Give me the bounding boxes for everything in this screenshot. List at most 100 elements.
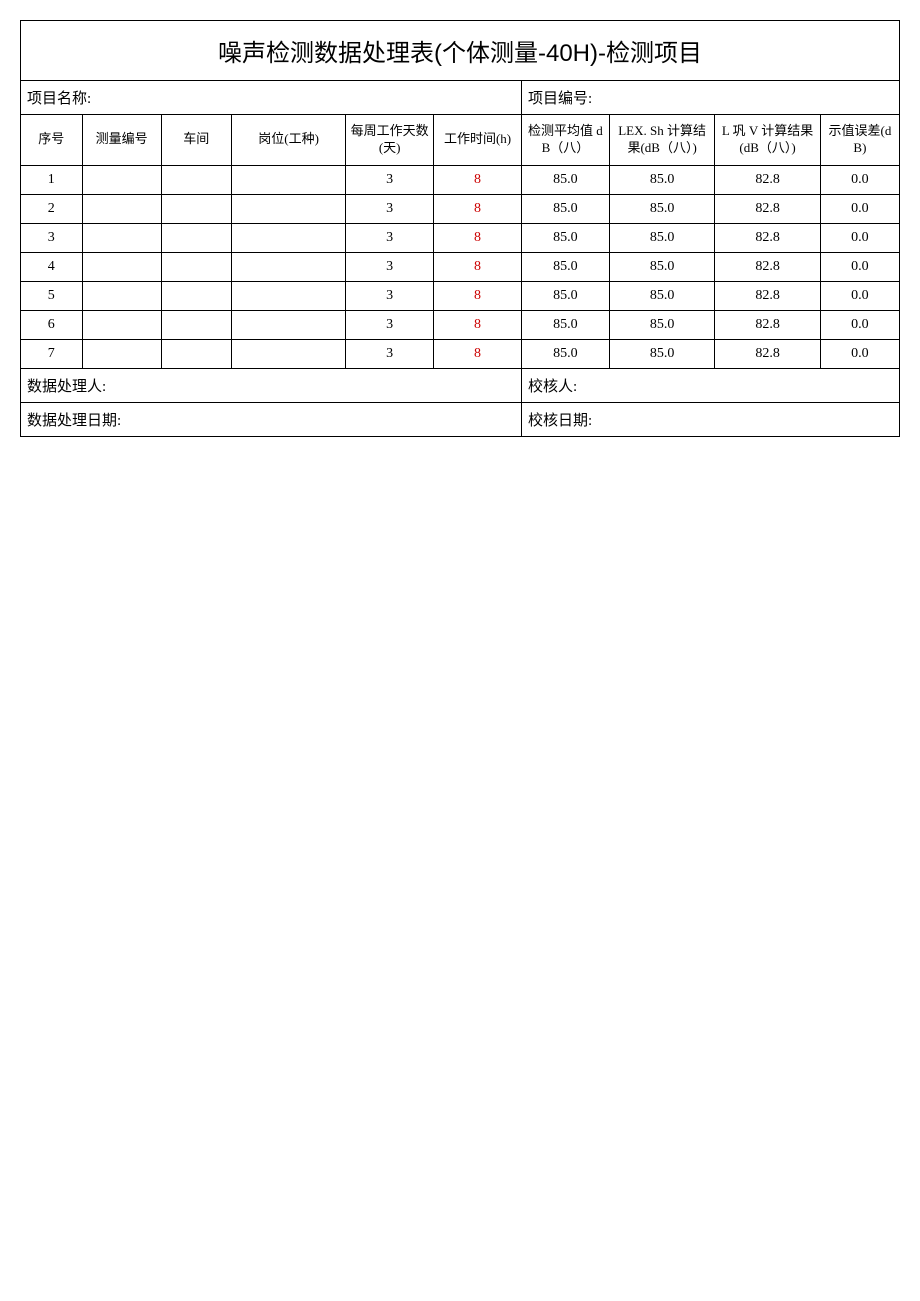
cell-avg: 85.0 — [521, 165, 609, 194]
cell-workshop — [161, 165, 231, 194]
cell-lex: 85.0 — [609, 194, 714, 223]
header-dev: 示值误差(dB) — [820, 115, 899, 166]
check-date-label: 校核日期: — [521, 402, 899, 436]
cell-lex: 85.0 — [609, 339, 714, 368]
cell-seq: 7 — [21, 339, 83, 368]
cell-lwv: 82.8 — [715, 165, 820, 194]
table-title: 噪声检测数据处理表(个体测量-40H)-检测项目 — [21, 21, 900, 81]
cell-measure-no — [82, 223, 161, 252]
cell-avg: 85.0 — [521, 194, 609, 223]
title-row: 噪声检测数据处理表(个体测量-40H)-检测项目 — [21, 21, 900, 81]
cell-measure-no — [82, 281, 161, 310]
header-measure-no: 测量编号 — [82, 115, 161, 166]
table-row: 23885.085.082.80.0 — [21, 194, 900, 223]
cell-post — [231, 252, 345, 281]
checker-label: 校核人: — [521, 368, 899, 402]
cell-dev: 0.0 — [820, 281, 899, 310]
cell-seq: 4 — [21, 252, 83, 281]
cell-dev: 0.0 — [820, 310, 899, 339]
date-row: 数据处理日期: 校核日期: — [21, 402, 900, 436]
cell-dev: 0.0 — [820, 252, 899, 281]
cell-measure-no — [82, 252, 161, 281]
cell-avg: 85.0 — [521, 310, 609, 339]
project-number-label: 项目编号: — [521, 81, 899, 115]
cell-workshop — [161, 339, 231, 368]
cell-lwv: 82.8 — [715, 281, 820, 310]
cell-lwv: 82.8 — [715, 339, 820, 368]
table-row: 53885.085.082.80.0 — [21, 281, 900, 310]
cell-dev: 0.0 — [820, 223, 899, 252]
cell-seq: 6 — [21, 310, 83, 339]
table-row: 33885.085.082.80.0 — [21, 223, 900, 252]
cell-lex: 85.0 — [609, 281, 714, 310]
project-info-row: 项目名称: 项目编号: — [21, 81, 900, 115]
cell-post — [231, 281, 345, 310]
cell-days: 3 — [346, 339, 434, 368]
cell-hours: 8 — [434, 165, 522, 194]
header-workshop: 车间 — [161, 115, 231, 166]
processor-label: 数据处理人: — [21, 368, 522, 402]
cell-days: 3 — [346, 165, 434, 194]
column-headers: 序号 测量编号 车间 岗位(工种) 每周工作天数(天) 工作时间(h) 检测平均… — [21, 115, 900, 166]
cell-days: 3 — [346, 194, 434, 223]
cell-post — [231, 310, 345, 339]
header-seq: 序号 — [21, 115, 83, 166]
table-row: 13885.085.082.80.0 — [21, 165, 900, 194]
table-row: 73885.085.082.80.0 — [21, 339, 900, 368]
cell-workshop — [161, 223, 231, 252]
cell-days: 3 — [346, 310, 434, 339]
cell-days: 3 — [346, 252, 434, 281]
cell-lwv: 82.8 — [715, 310, 820, 339]
cell-post — [231, 223, 345, 252]
cell-avg: 85.0 — [521, 281, 609, 310]
cell-lex: 85.0 — [609, 310, 714, 339]
cell-hours: 8 — [434, 339, 522, 368]
process-date-label: 数据处理日期: — [21, 402, 522, 436]
cell-avg: 85.0 — [521, 339, 609, 368]
cell-lex: 85.0 — [609, 223, 714, 252]
cell-workshop — [161, 281, 231, 310]
cell-post — [231, 194, 345, 223]
noise-data-table: 噪声检测数据处理表(个体测量-40H)-检测项目 项目名称: 项目编号: 序号 … — [20, 20, 900, 437]
cell-dev: 0.0 — [820, 194, 899, 223]
header-lwv: L 巩 V 计算结果(dB（八）) — [715, 115, 820, 166]
cell-measure-no — [82, 339, 161, 368]
processor-row: 数据处理人: 校核人: — [21, 368, 900, 402]
cell-dev: 0.0 — [820, 165, 899, 194]
cell-lwv: 82.8 — [715, 223, 820, 252]
project-name-label: 项目名称: — [21, 81, 522, 115]
cell-dev: 0.0 — [820, 339, 899, 368]
cell-lwv: 82.8 — [715, 194, 820, 223]
cell-measure-no — [82, 194, 161, 223]
cell-workshop — [161, 252, 231, 281]
header-post: 岗位(工种) — [231, 115, 345, 166]
table-row: 63885.085.082.80.0 — [21, 310, 900, 339]
cell-days: 3 — [346, 223, 434, 252]
cell-measure-no — [82, 310, 161, 339]
cell-seq: 3 — [21, 223, 83, 252]
cell-post — [231, 339, 345, 368]
cell-avg: 85.0 — [521, 223, 609, 252]
cell-seq: 5 — [21, 281, 83, 310]
header-avg: 检测平均值 dB（八） — [521, 115, 609, 166]
cell-hours: 8 — [434, 310, 522, 339]
cell-avg: 85.0 — [521, 252, 609, 281]
cell-measure-no — [82, 165, 161, 194]
header-hours: 工作时间(h) — [434, 115, 522, 166]
cell-lex: 85.0 — [609, 165, 714, 194]
header-days: 每周工作天数(天) — [346, 115, 434, 166]
cell-post — [231, 165, 345, 194]
cell-hours: 8 — [434, 194, 522, 223]
cell-seq: 1 — [21, 165, 83, 194]
cell-hours: 8 — [434, 252, 522, 281]
cell-seq: 2 — [21, 194, 83, 223]
cell-workshop — [161, 194, 231, 223]
cell-lex: 85.0 — [609, 252, 714, 281]
cell-lwv: 82.8 — [715, 252, 820, 281]
table-row: 43885.085.082.80.0 — [21, 252, 900, 281]
header-lex: LEX. Sh 计算结果(dB（八）) — [609, 115, 714, 166]
cell-days: 3 — [346, 281, 434, 310]
cell-hours: 8 — [434, 223, 522, 252]
cell-workshop — [161, 310, 231, 339]
cell-hours: 8 — [434, 281, 522, 310]
